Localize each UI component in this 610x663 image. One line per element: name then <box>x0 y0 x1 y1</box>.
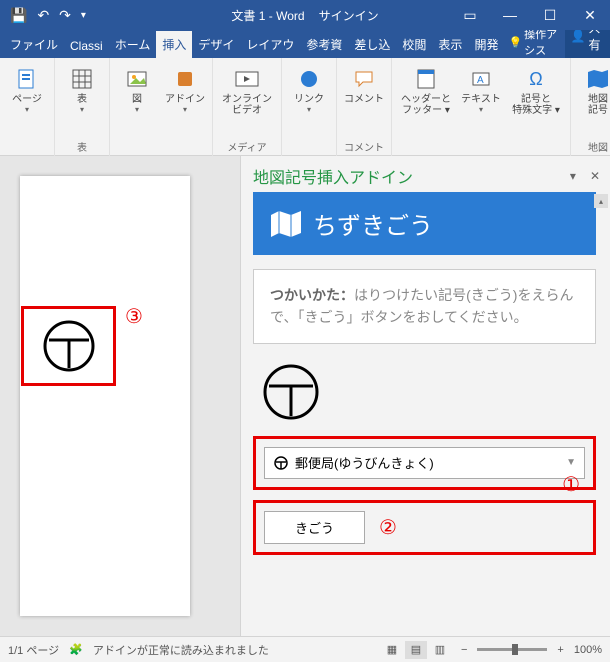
header-icon <box>412 66 440 92</box>
zoom-in-icon[interactable]: + <box>557 644 563 656</box>
symbol-preview <box>261 362 596 422</box>
qat-more-icon[interactable]: ▾ <box>81 10 86 21</box>
close-icon[interactable]: ✕ <box>570 0 610 30</box>
symbols-button[interactable]: Ω 記号と 特殊文字 ▾ <box>508 62 564 116</box>
maximize-icon[interactable]: ☐ <box>530 0 570 30</box>
page-icon <box>13 66 41 92</box>
textbox-icon: A <box>467 66 495 92</box>
addin-banner: ちずきごう <box>253 192 596 255</box>
svg-text:A: A <box>477 75 484 86</box>
text-button[interactable]: A テキスト▾ <box>460 62 502 114</box>
ribbon-tab-bar: ファイル Classi ホーム 挿入 デザイ レイアウ 参考資 差し込 校閲 表… <box>0 30 610 58</box>
redo-icon[interactable]: ↷ <box>59 7 71 24</box>
zoom-percent[interactable]: 100% <box>574 644 602 656</box>
banner-map-icon <box>269 209 303 239</box>
document-area[interactable]: ③ <box>0 156 240 636</box>
help-bold: つかいかた： <box>270 287 354 303</box>
inserted-postoffice-symbol <box>41 318 97 374</box>
view-read-icon[interactable]: ▦ <box>381 641 403 659</box>
task-pane: 地図記号挿入アドイン ▾ ✕ ▴ ちずきごう つかいかた：はりつけたい記号(きご… <box>240 156 610 636</box>
save-icon[interactable]: 💾 <box>10 7 27 24</box>
omega-icon: Ω <box>522 66 550 92</box>
picture-icon <box>123 66 151 92</box>
map-icon <box>584 66 610 92</box>
addins-button[interactable]: アドイン▾ <box>164 62 206 114</box>
banner-text: ちずきごう <box>313 206 433 241</box>
addin-icon <box>171 66 199 92</box>
page-count[interactable]: 1/1 ページ <box>8 642 59 658</box>
addin-status-text: アドインが正常に読み込まれました <box>93 642 269 658</box>
insert-symbol-button[interactable]: きごう <box>264 511 365 544</box>
callout-box-3 <box>21 306 116 386</box>
tab-developer[interactable]: 開発 <box>468 31 504 58</box>
help-text-box: つかいかた：はりつけたい記号(きごう)をえらんで、「きごう」ボタンをおしてくださ… <box>253 269 596 344</box>
callout-number-2: ② <box>379 515 397 540</box>
view-web-icon[interactable]: ▥ <box>429 641 451 659</box>
callout-box-2: きごう ② <box>253 500 596 555</box>
pictures-button[interactable]: 図▾ <box>116 62 158 114</box>
callout-number-3: ③ <box>125 304 143 329</box>
tab-design[interactable]: デザイ <box>192 31 240 58</box>
zoom-slider[interactable] <box>477 648 547 651</box>
undo-icon[interactable]: ↶ <box>37 7 49 24</box>
symbol-select-combo[interactable]: 郵便局(ゆうびんきょく) ▼ <box>264 447 585 479</box>
zoom-out-icon[interactable]: − <box>461 644 467 656</box>
tab-file[interactable]: ファイル <box>4 31 64 58</box>
quick-access-toolbar: 💾 ↶ ↷ ▾ <box>0 7 86 24</box>
tab-view[interactable]: 表示 <box>432 31 468 58</box>
scroll-up-icon[interactable]: ▴ <box>594 194 608 208</box>
ribbon-options-icon[interactable]: ▭ <box>450 0 490 30</box>
tab-insert[interactable]: 挿入 <box>156 31 192 58</box>
document-page[interactable]: ③ <box>20 176 190 616</box>
tell-me-search[interactable]: 💡操作アシス <box>508 26 564 58</box>
tab-references[interactable]: 参考資 <box>300 31 348 58</box>
status-bar: 1/1 ページ 🧩 アドインが正常に読み込まれました ▦ ▤ ▥ − + 100… <box>0 636 610 662</box>
ribbon: ページ▾ 表▾ 表 図▾ アドイン▾ オンライン <box>0 58 610 156</box>
callout-box-1: 郵便局(ゆうびんきょく) ▼ <box>253 436 596 490</box>
pages-button[interactable]: ページ▾ <box>6 62 48 114</box>
title-bar: 💾 ↶ ↷ ▾ 文書 1 - Word サインイン ▭ — ☐ ✕ <box>0 0 610 30</box>
tab-classi[interactable]: Classi <box>64 34 109 58</box>
links-button[interactable]: リンク▾ <box>288 62 330 114</box>
comment-button[interactable]: コメント <box>343 62 385 105</box>
table-icon <box>68 66 96 92</box>
signin-link[interactable]: サインイン <box>319 7 379 24</box>
video-icon <box>233 66 261 92</box>
table-button[interactable]: 表▾ <box>61 62 103 114</box>
tab-review[interactable]: 校閲 <box>396 31 432 58</box>
tab-home[interactable]: ホーム <box>109 31 157 58</box>
tab-layout[interactable]: レイアウ <box>240 31 300 58</box>
workspace: ③ 地図記号挿入アドイン ▾ ✕ ▴ ちずきごう つかいかた：はりつけたい記号(… <box>0 156 610 636</box>
tab-mailings[interactable]: 差し込 <box>348 31 396 58</box>
addin-status-icon: 🧩 <box>69 643 83 656</box>
postoffice-symbol-icon <box>261 362 321 422</box>
task-pane-title: 地図記号挿入アドイン <box>253 164 413 188</box>
header-footer-button[interactable]: ヘッダーと フッター ▾ <box>398 62 454 116</box>
callout-number-1: ① <box>562 472 580 497</box>
online-video-button[interactable]: オンライン ビデオ <box>219 62 275 116</box>
map-symbol-button[interactable]: 地図 記号 <box>577 62 610 116</box>
link-icon <box>295 66 323 92</box>
combo-value: 郵便局(ゆうびんきょく) <box>295 453 434 472</box>
pane-menu-icon[interactable]: ▾ <box>570 169 576 183</box>
view-print-icon[interactable]: ▤ <box>405 641 427 659</box>
comment-icon <box>350 66 378 92</box>
pane-close-icon[interactable]: ✕ <box>590 169 600 183</box>
minimize-icon[interactable]: — <box>490 0 530 30</box>
combo-item-icon <box>273 455 289 471</box>
document-title: 文書 1 - Word <box>231 7 304 24</box>
chevron-down-icon: ▼ <box>566 457 576 468</box>
